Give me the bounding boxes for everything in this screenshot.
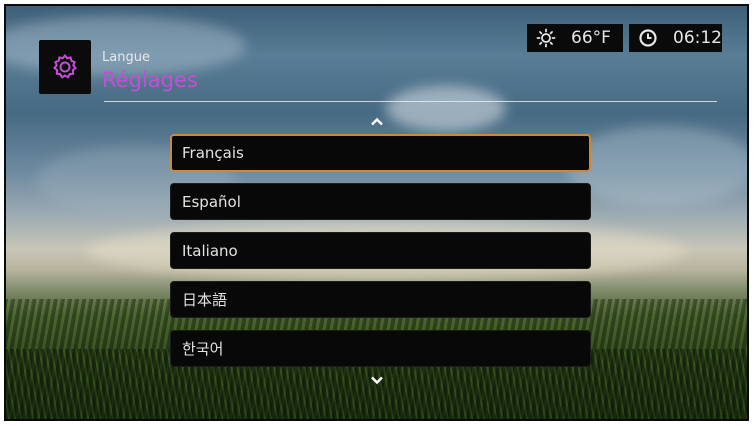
chevron-up-icon bbox=[371, 117, 383, 125]
temperature-value: 66°F bbox=[571, 28, 611, 48]
clock-icon bbox=[637, 27, 659, 49]
gear-icon bbox=[53, 53, 77, 79]
chevron-down-icon bbox=[371, 376, 383, 384]
cloud-decoration bbox=[566, 126, 747, 206]
breadcrumb: Langue bbox=[102, 50, 150, 65]
sun-icon bbox=[535, 27, 557, 49]
scroll-up-button[interactable] bbox=[368, 115, 386, 127]
screen: Langue Réglages 66°F 06:12 Français Espa… bbox=[4, 4, 749, 421]
list-item-label: 日本語 bbox=[182, 291, 228, 309]
language-item-korean[interactable]: 한국어 bbox=[170, 330, 591, 367]
language-item-espanol[interactable]: Español bbox=[170, 183, 591, 220]
settings-app-icon bbox=[39, 40, 91, 94]
page-title: Réglages bbox=[102, 68, 198, 92]
header-divider bbox=[104, 101, 717, 102]
language-item-italiano[interactable]: Italiano bbox=[170, 232, 591, 269]
list-item-label: Español bbox=[182, 192, 241, 211]
time-value: 06:12 bbox=[673, 28, 722, 48]
scroll-down-button[interactable] bbox=[368, 374, 386, 386]
clock-widget: 06:12 bbox=[629, 24, 722, 52]
weather-widget: 66°F bbox=[527, 24, 623, 52]
language-item-japanese[interactable]: 日本語 bbox=[170, 281, 591, 318]
language-list: Français Español Italiano 日本語 한국어 bbox=[170, 134, 591, 379]
list-item-label: 한국어 bbox=[182, 340, 224, 358]
list-item-label: Italiano bbox=[182, 241, 238, 260]
list-item-label: Français bbox=[182, 144, 244, 162]
language-item-francais[interactable]: Français bbox=[170, 134, 591, 172]
cloud-decoration bbox=[386, 86, 506, 131]
